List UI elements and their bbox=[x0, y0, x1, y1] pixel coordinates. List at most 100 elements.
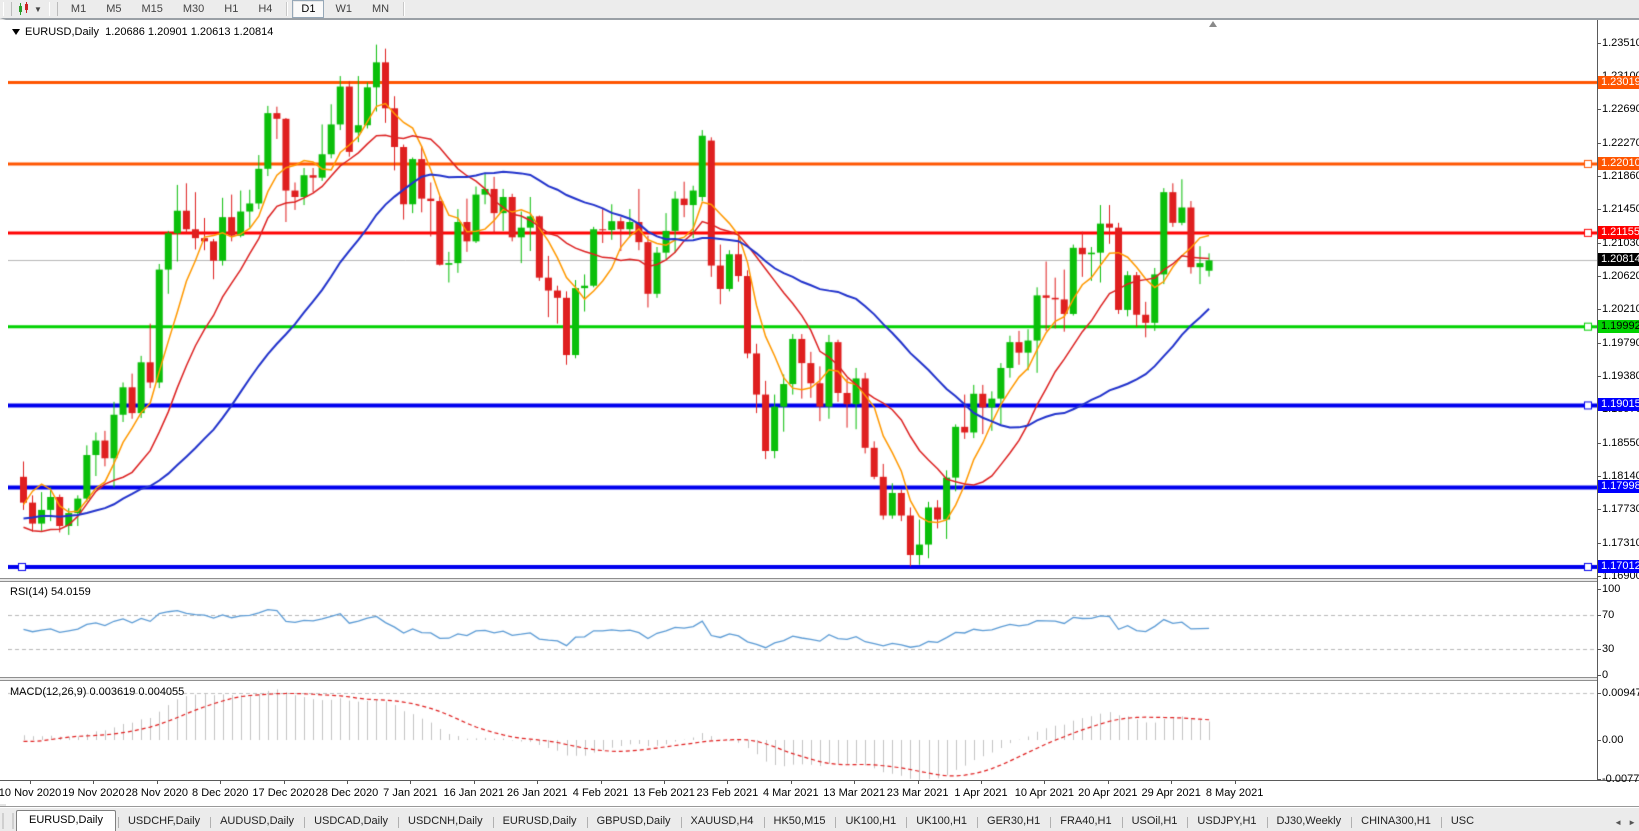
price-tag[interactable]: 1.19015 bbox=[1598, 398, 1639, 411]
macd-axis-tick bbox=[1597, 740, 1601, 741]
chart-tab-ger30-h1[interactable]: GER30,H1 bbox=[977, 812, 1050, 831]
date-axis-label: 20 Apr 2021 bbox=[1078, 787, 1137, 799]
date-axis-label: 17 Dec 2020 bbox=[252, 787, 314, 799]
chart-tab-uk100-h1[interactable]: UK100,H1 bbox=[906, 812, 977, 831]
tab-scroll-left-button[interactable]: ◄ bbox=[1611, 814, 1625, 831]
price-axis-tick-label: 1.18550 bbox=[1602, 437, 1639, 449]
date-axis-tick bbox=[410, 781, 411, 784]
timeframe-button-h1[interactable]: H1 bbox=[215, 0, 247, 18]
chart-tab-dj30-weekly[interactable]: DJ30,Weekly bbox=[1267, 812, 1352, 831]
date-axis-tick bbox=[93, 781, 94, 784]
toolbar-separator bbox=[403, 2, 404, 16]
macd-pane bbox=[0, 681, 1639, 780]
date-axis-tick bbox=[727, 781, 728, 784]
chart-tab-uk100-h1[interactable]: UK100,H1 bbox=[835, 812, 906, 831]
date-axis-label: 26 Jan 2021 bbox=[507, 787, 568, 799]
chart-tab-china300-h1[interactable]: CHINA300,H1 bbox=[1351, 812, 1441, 831]
price-axis-tick-label: 1.21450 bbox=[1602, 203, 1639, 215]
date-axis[interactable]: 10 Nov 202019 Nov 202028 Nov 20208 Dec 2… bbox=[0, 780, 1639, 804]
price-axis-tick-label: 1.19380 bbox=[1602, 370, 1639, 382]
price-axis-tick bbox=[1597, 276, 1601, 277]
timeframe-button-mn[interactable]: MN bbox=[363, 0, 398, 18]
chart-tab-usdjpy-h1[interactable]: USDJPY,H1 bbox=[1187, 812, 1266, 831]
chart-tab-eurusd-daily[interactable]: EURUSD,Daily bbox=[493, 812, 587, 831]
tab-bar-grip[interactable] bbox=[2, 813, 14, 829]
date-axis-tick bbox=[791, 781, 792, 784]
price-tag[interactable]: 1.19992 bbox=[1598, 320, 1639, 333]
timeframe-button-m30[interactable]: M30 bbox=[174, 0, 213, 18]
chart-tab-usc[interactable]: USC bbox=[1441, 812, 1484, 831]
price-chart-pane bbox=[0, 20, 1639, 578]
date-axis-label: 10 Apr 2021 bbox=[1015, 787, 1074, 799]
chart-ohlc-label: 1.20686 1.20901 1.20613 1.20814 bbox=[105, 26, 273, 38]
timeframe-button-d1[interactable]: D1 bbox=[292, 0, 324, 18]
chart-title: EURUSD,Daily 1.20686 1.20901 1.20613 1.2… bbox=[12, 26, 273, 38]
rsi-axis-tick bbox=[1597, 615, 1601, 616]
toolbar-grip-2[interactable] bbox=[49, 2, 58, 16]
price-axis-tick bbox=[1597, 109, 1601, 110]
symbol-dropdown-icon[interactable] bbox=[12, 29, 20, 35]
chart-profile-icon[interactable] bbox=[17, 2, 33, 16]
chart-tab-usdchf-daily[interactable]: USDCHF,Daily bbox=[118, 812, 210, 831]
date-axis-label: 4 Feb 2021 bbox=[573, 787, 629, 799]
timeframe-button-m1[interactable]: M1 bbox=[62, 0, 95, 18]
macd-axis-tick bbox=[1597, 779, 1601, 780]
macd-axis-tick-label: 0.009478 bbox=[1602, 687, 1639, 699]
price-axis-tick bbox=[1597, 476, 1601, 477]
date-axis-label: 8 Dec 2020 bbox=[192, 787, 248, 799]
price-tag[interactable]: 1.17998 bbox=[1598, 480, 1639, 493]
price-chart-canvas[interactable] bbox=[8, 20, 1597, 578]
chart-tab-gbpusd-daily[interactable]: GBPUSD,Daily bbox=[587, 812, 681, 831]
timeframe-button-m5[interactable]: M5 bbox=[97, 0, 130, 18]
price-axis-tick-label: 1.17310 bbox=[1602, 537, 1639, 549]
price-tag[interactable]: 1.23019 bbox=[1598, 76, 1639, 89]
date-axis-tick bbox=[347, 781, 348, 784]
date-axis-label: 4 Mar 2021 bbox=[763, 787, 819, 799]
price-axis-tick bbox=[1597, 43, 1601, 44]
rsi-indicator-label: RSI(14) 54.0159 bbox=[10, 586, 91, 598]
chart-tab-usdcnh-daily[interactable]: USDCNH,Daily bbox=[398, 812, 493, 831]
price-axis-tick bbox=[1597, 343, 1601, 344]
chart-tab-eurusd-daily[interactable]: EURUSD,Daily bbox=[16, 810, 116, 831]
price-tag[interactable]: 1.21155 bbox=[1598, 226, 1639, 239]
date-axis-label: 23 Feb 2021 bbox=[697, 787, 759, 799]
rsi-axis-tick bbox=[1597, 589, 1601, 590]
timeframe-button-h4[interactable]: H4 bbox=[249, 0, 281, 18]
price-tag[interactable]: 1.20814 bbox=[1598, 253, 1639, 266]
price-tag[interactable]: 1.17012 bbox=[1598, 560, 1639, 573]
date-axis-tick bbox=[981, 781, 982, 784]
chart-tab-xauusd-h4[interactable]: XAUUSD,H4 bbox=[681, 812, 764, 831]
price-axis-tick-label: 1.22270 bbox=[1602, 137, 1639, 149]
price-axis-tick bbox=[1597, 309, 1601, 310]
chart-tab-audusd-daily[interactable]: AUDUSD,Daily bbox=[210, 812, 304, 831]
chart-shift-marker[interactable] bbox=[1209, 21, 1217, 27]
price-axis-tick-label: 1.23510 bbox=[1602, 37, 1639, 49]
date-axis-tick bbox=[918, 781, 919, 784]
macd-canvas[interactable] bbox=[8, 681, 1597, 780]
rsi-pane bbox=[0, 582, 1639, 677]
toolbar-separator bbox=[286, 2, 287, 16]
date-axis-label: 1 Apr 2021 bbox=[954, 787, 1007, 799]
date-axis-tick bbox=[1235, 781, 1236, 784]
toolbar-grip[interactable] bbox=[3, 2, 12, 16]
timeframe-button-w1[interactable]: W1 bbox=[326, 0, 361, 18]
chevron-down-icon[interactable]: ▼ bbox=[34, 5, 42, 14]
chart-tab-fra40-h1[interactable]: FRA40,H1 bbox=[1050, 812, 1121, 831]
macd-axis-tick-label: 0.00 bbox=[1602, 734, 1623, 746]
rsi-axis-tick bbox=[1597, 675, 1601, 676]
price-axis-tick bbox=[1597, 543, 1601, 544]
date-axis-label: 16 Jan 2021 bbox=[444, 787, 505, 799]
chart-tab-usdcad-daily[interactable]: USDCAD,Daily bbox=[304, 812, 398, 831]
rsi-canvas[interactable] bbox=[8, 582, 1597, 677]
timeframe-button-m15[interactable]: M15 bbox=[132, 0, 171, 18]
chart-tab-hk50-m15[interactable]: HK50,M15 bbox=[764, 812, 836, 831]
tab-scroll-right-button[interactable]: ► bbox=[1625, 814, 1639, 831]
price-tag[interactable]: 1.22010 bbox=[1598, 157, 1639, 170]
date-axis-tick bbox=[1108, 781, 1109, 784]
chart-tab-usoil-h1[interactable]: USOil,H1 bbox=[1122, 812, 1188, 831]
price-axis-tick bbox=[1597, 443, 1601, 444]
price-axis-tick bbox=[1597, 143, 1601, 144]
price-axis-tick-label: 1.20620 bbox=[1602, 270, 1639, 282]
macd-axis-tick-label: -0.007778 bbox=[1602, 773, 1639, 785]
price-axis-tick bbox=[1597, 576, 1601, 577]
